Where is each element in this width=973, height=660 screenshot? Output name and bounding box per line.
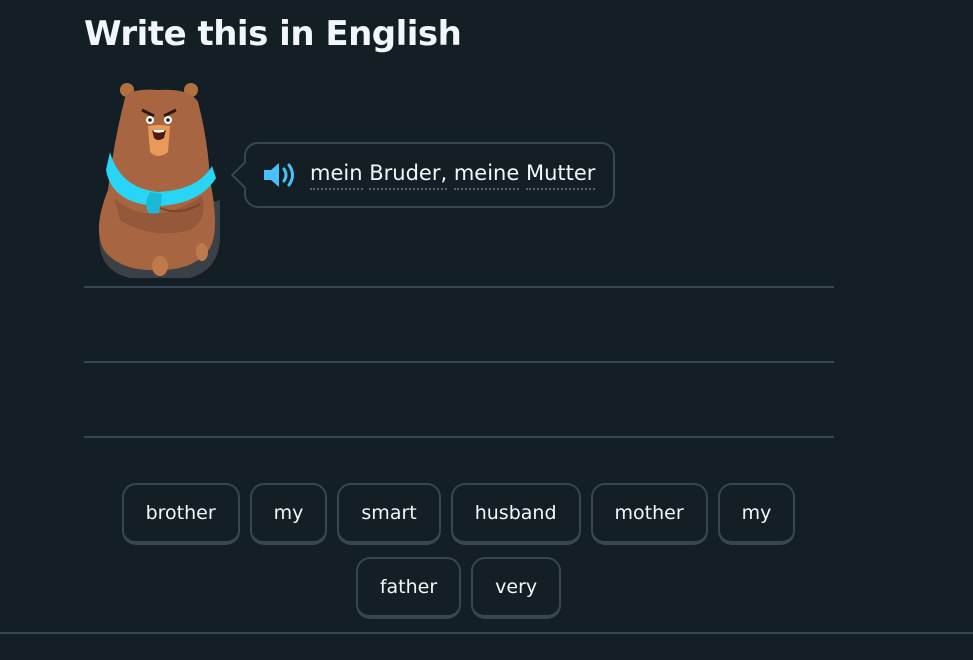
word-tile-smart[interactable]: smart	[337, 483, 441, 545]
prompt-word[interactable]: mein	[310, 160, 363, 190]
prompt-word[interactable]: Mutter	[525, 160, 596, 190]
bear-illustration	[98, 83, 220, 278]
prompt-bubble: mein Bruder, meine Mutter	[230, 142, 616, 208]
word-tile-my[interactable]: my	[249, 483, 328, 545]
word-tile-husband[interactable]: husband	[450, 483, 581, 545]
prompt-word[interactable]: Bruder,	[369, 160, 448, 190]
answer-line	[84, 286, 834, 288]
answer-area[interactable]	[84, 286, 834, 511]
word-tile-very[interactable]: very	[471, 557, 562, 619]
bear-character	[90, 80, 230, 285]
footer-divider	[0, 632, 973, 634]
word-tile-father[interactable]: father	[355, 557, 462, 619]
word-bank-row: father very	[355, 557, 562, 619]
speaker-icon	[264, 163, 294, 187]
prompt-word[interactable]: meine	[453, 160, 520, 190]
word-tile-my-2[interactable]: my	[717, 483, 796, 545]
word-tile-brother[interactable]: brother	[121, 483, 240, 545]
page-title: Write this in English	[84, 14, 462, 54]
word-tile-mother[interactable]: mother	[590, 483, 708, 545]
word-bank-row: brother my smart husband mother my	[121, 483, 796, 545]
word-bank: brother my smart husband mother my fathe…	[0, 483, 917, 619]
answer-line	[84, 436, 834, 438]
answer-line	[84, 361, 834, 363]
prompt-sentence: mein Bruder, meine Mutter	[310, 160, 596, 190]
play-audio-button[interactable]	[262, 161, 298, 189]
bubble-tail	[230, 160, 260, 190]
